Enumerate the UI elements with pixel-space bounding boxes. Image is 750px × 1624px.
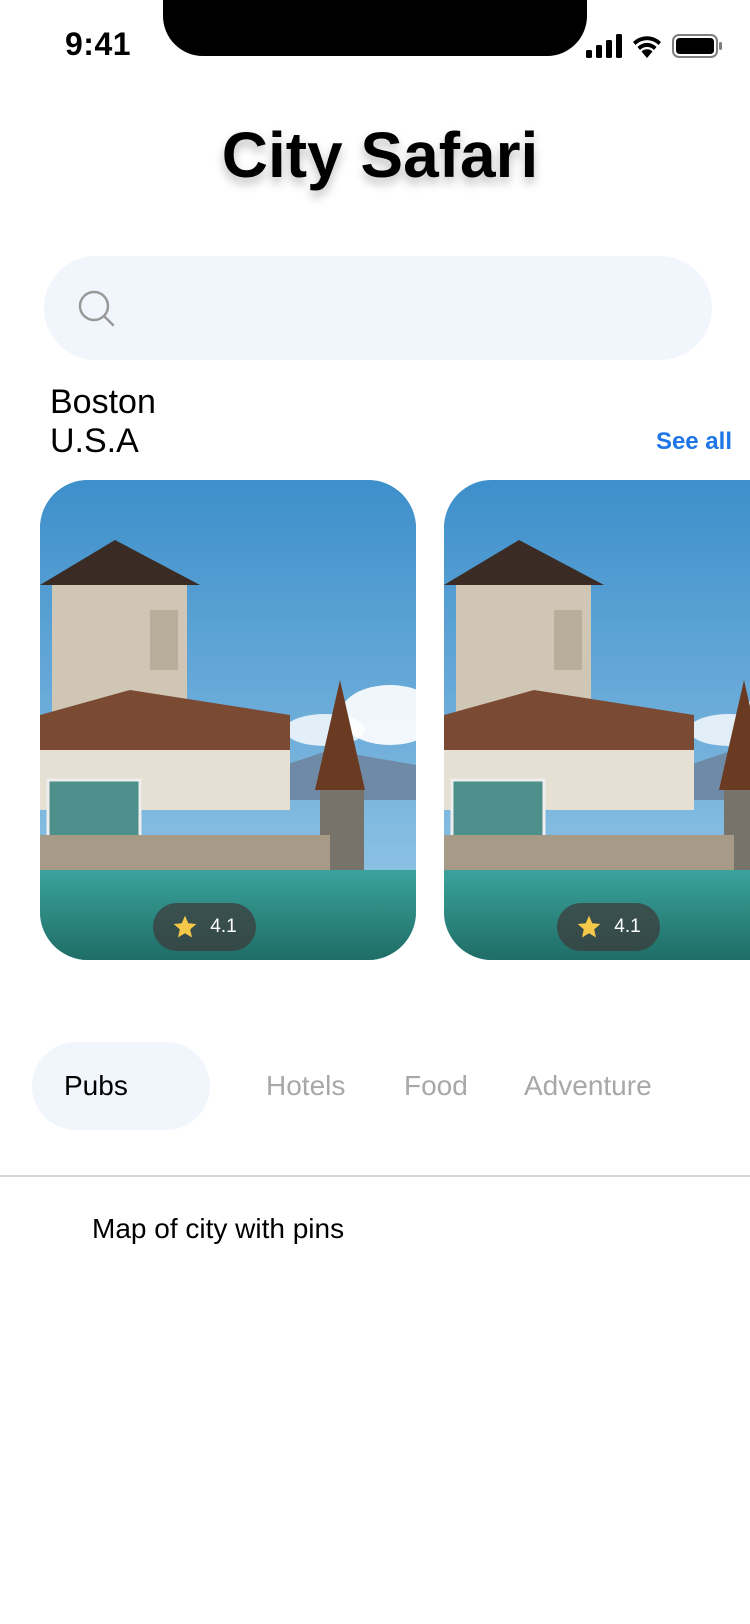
status-bar: 9:41 bbox=[0, 0, 750, 90]
tab-hotels[interactable]: Hotels bbox=[266, 1042, 345, 1130]
destination-card[interactable]: 4.1 bbox=[444, 480, 750, 960]
destination-carousel[interactable]: 4.1 4.1 bbox=[0, 480, 750, 960]
destination-card[interactable]: 4.1 bbox=[40, 480, 416, 960]
cellular-signal-icon bbox=[586, 34, 622, 58]
wifi-icon bbox=[633, 36, 661, 58]
location-country: U.S.A bbox=[50, 422, 139, 460]
location-city: Boston bbox=[50, 383, 156, 421]
map-placeholder-label: Map of city with pins bbox=[92, 1213, 345, 1244]
star-icon bbox=[577, 915, 601, 938]
status-time: 9:41 bbox=[65, 26, 132, 62]
device-notch bbox=[163, 0, 587, 56]
search-input[interactable] bbox=[134, 276, 674, 340]
search-bar[interactable] bbox=[44, 256, 712, 360]
section-divider bbox=[0, 1175, 750, 1177]
rating-badge: 4.1 bbox=[153, 903, 256, 951]
tab-food[interactable]: Food bbox=[404, 1042, 468, 1130]
search-icon bbox=[78, 290, 115, 327]
castle-photo bbox=[444, 480, 750, 960]
tab-adventure[interactable]: Adventure bbox=[524, 1042, 652, 1130]
star-icon bbox=[173, 915, 197, 938]
battery-icon bbox=[672, 34, 722, 58]
category-tabs: Pubs Hotels Food Adventure bbox=[0, 1042, 750, 1130]
rating-value: 4.1 bbox=[210, 916, 237, 937]
castle-photo bbox=[40, 480, 416, 960]
see-all-link[interactable]: See all bbox=[656, 428, 732, 456]
rating-value: 4.1 bbox=[614, 916, 641, 937]
location-heading: Boston U.S.A bbox=[50, 383, 156, 461]
rating-badge: 4.1 bbox=[557, 903, 660, 951]
page-title: City Safari bbox=[221, 119, 539, 191]
tab-pubs[interactable]: Pubs bbox=[32, 1042, 210, 1130]
